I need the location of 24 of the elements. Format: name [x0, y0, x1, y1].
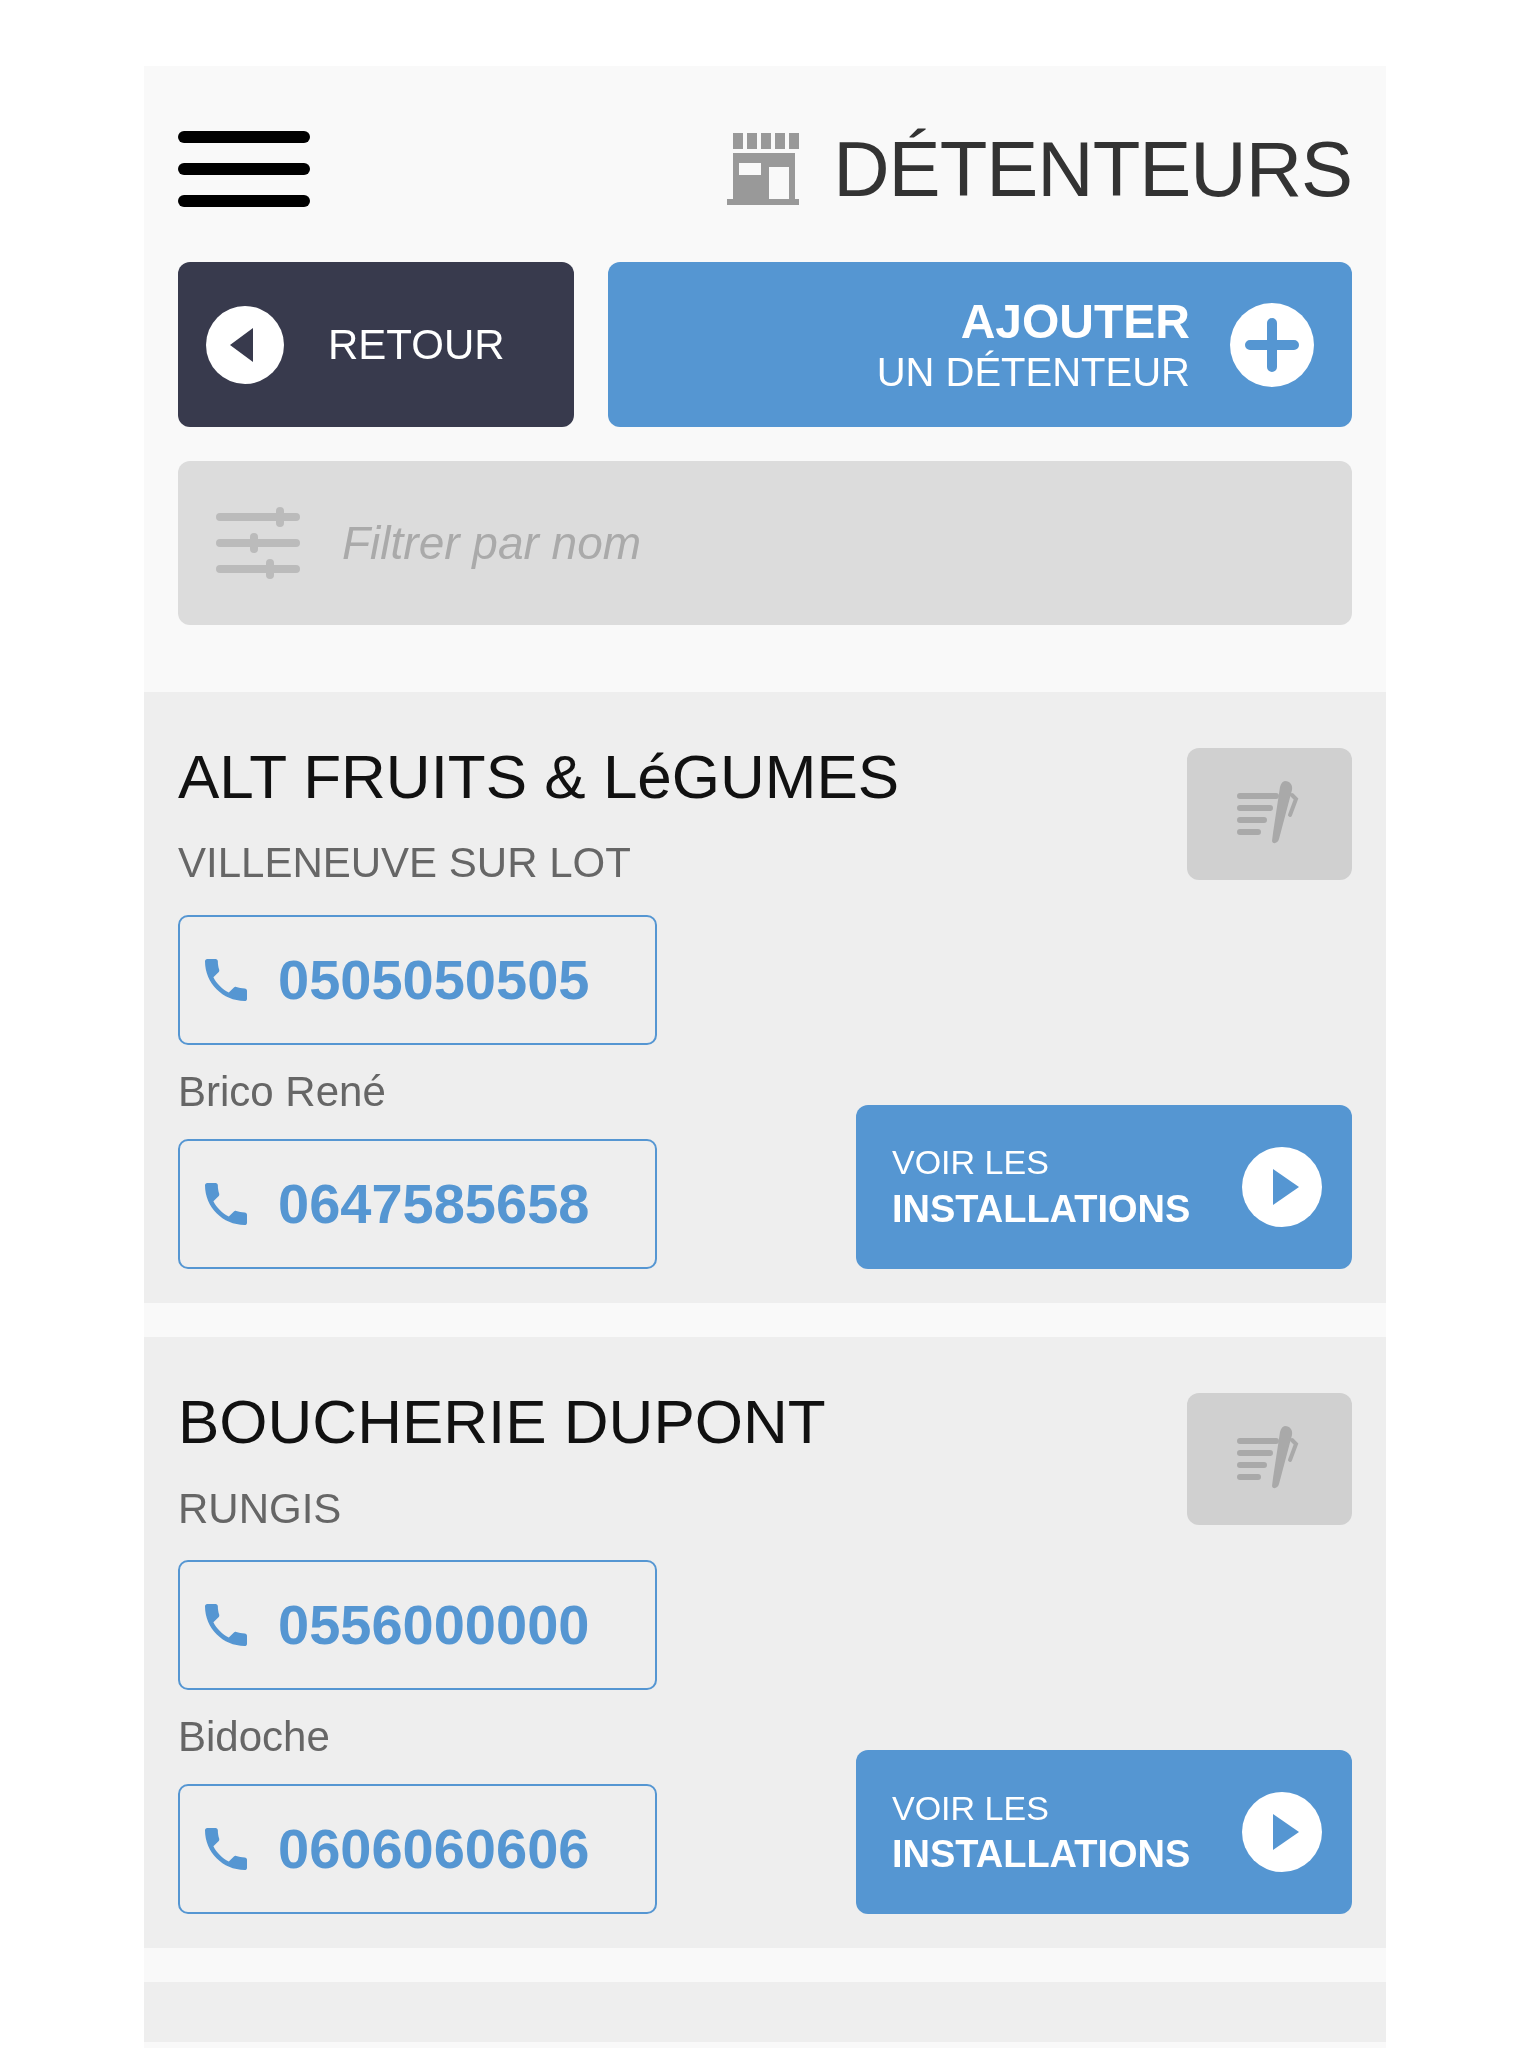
back-button[interactable]: RETOUR [178, 262, 574, 427]
contact-name: Bidoche [178, 1711, 331, 1762]
edit-button[interactable] [1187, 1393, 1352, 1526]
play-icon [1242, 1792, 1322, 1873]
back-icon [206, 305, 284, 384]
page-title: DÉTENTEURS [833, 130, 1352, 208]
phone-link[interactable]: 0606060606 [178, 1784, 657, 1915]
sliders-icon [216, 507, 300, 579]
phone-link[interactable]: 0505050505 [178, 914, 657, 1045]
menu-button[interactable] [178, 129, 310, 209]
holder-city: RUNGIS [178, 1483, 343, 1534]
holder-name: ALT FRUITS & LéGUMES [178, 741, 900, 813]
phone-link[interactable]: 0556000000 [178, 1559, 657, 1690]
installations-button[interactable]: VOIR LES INSTALLATIONS [856, 1750, 1352, 1915]
phone-link[interactable]: 0647585658 [178, 1139, 657, 1270]
installations-button[interactable]: VOIR LES INSTALLATIONS [856, 1105, 1352, 1270]
holder-name: BOUCHERIE DUPONT [178, 1386, 826, 1459]
shop-icon [727, 133, 800, 205]
contact-name: Brico René [178, 1066, 387, 1117]
add-holder-button[interactable]: AJOUTER UN DÉTENTEUR [608, 262, 1352, 427]
play-icon [1242, 1147, 1322, 1228]
holder-city: VILLENEUVE SUR LOT [178, 838, 632, 889]
plus-icon [1230, 302, 1314, 387]
edit-button[interactable] [1187, 748, 1352, 880]
